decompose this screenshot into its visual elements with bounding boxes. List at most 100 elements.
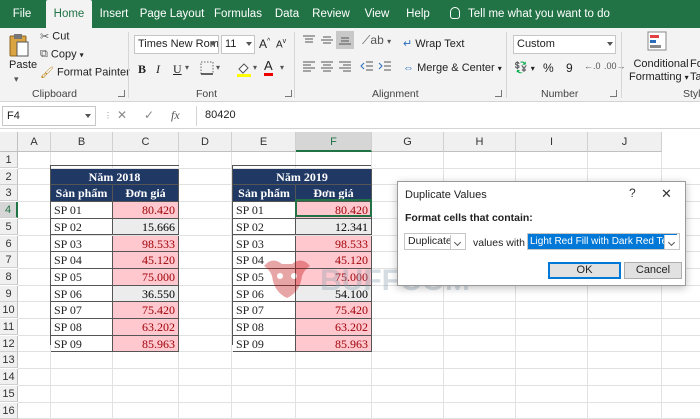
shrink-font-button[interactable]: Av [276, 38, 286, 50]
product-cell[interactable]: SP 03 [233, 235, 296, 253]
grow-font-button[interactable]: A^ [259, 37, 270, 51]
column-header-d[interactable]: D [179, 132, 232, 152]
product-cell[interactable]: SP 04 [51, 252, 113, 269]
tab-review[interactable]: Review [308, 0, 354, 28]
italic-button[interactable]: I [156, 62, 160, 77]
tab-data[interactable]: Data [270, 0, 304, 28]
row-header-10[interactable]: 10 [0, 302, 18, 319]
bottom-align-button[interactable] [336, 31, 354, 50]
product-cell[interactable]: SP 09 [233, 335, 296, 353]
percent-button[interactable]: % [543, 61, 554, 75]
middle-align-button[interactable] [320, 34, 334, 46]
tab-help[interactable]: Help [400, 0, 436, 28]
column-header-i[interactable]: I [516, 132, 588, 152]
column-label-price[interactable]: Đơn giá [296, 185, 372, 203]
help-icon[interactable]: ? [629, 186, 636, 200]
copy-button[interactable]: ⧉ Copy ▾ [40, 48, 84, 61]
select-all-corner[interactable] [0, 132, 18, 152]
unique-price-cell[interactable]: 15.666 [113, 218, 179, 236]
row-header-15[interactable]: 15 [0, 385, 18, 402]
increase-decimal-button[interactable]: ←.0 [584, 61, 601, 71]
tab-page-layout[interactable]: Page Layout [138, 0, 206, 28]
merge-center-button[interactable]: ⇔ Merge & Center ▾ [403, 62, 502, 74]
product-cell[interactable]: SP 08 [51, 319, 113, 336]
row-header-9[interactable]: 9 [0, 285, 18, 302]
paste-button[interactable] [8, 32, 30, 60]
row-header-12[interactable]: 12 [0, 335, 18, 352]
format-as-table-label-2[interactable]: Ta [690, 71, 700, 83]
column-header-f[interactable]: F [296, 132, 372, 152]
decrease-indent-button[interactable] [360, 60, 374, 72]
product-cell[interactable]: SP 09 [51, 335, 113, 353]
alignment-launcher-icon[interactable] [495, 90, 502, 97]
row-header-8[interactable]: 8 [0, 268, 18, 285]
fill-color-chevron-down-icon[interactable]: ▾ [253, 63, 257, 72]
font-name-combo[interactable]: Times New Roma [134, 35, 219, 54]
worksheet-grid[interactable]: ABCDEFGHIJ 1 2 3 4 5 6 7 8 9 10 11 12 13 14 15 16 Năm 2… [0, 132, 700, 419]
accounting-format-button[interactable]: 💱 ▾ [514, 61, 535, 74]
ok-button[interactable]: OK [548, 262, 621, 279]
number-format-combo[interactable]: Custom [513, 35, 616, 54]
row-header-7[interactable]: 7 [0, 252, 18, 269]
tab-view[interactable]: View [358, 0, 396, 28]
duplicate-price-cell[interactable]: 85.963 [113, 335, 179, 353]
borders-button[interactable] [200, 61, 214, 75]
font-size-combo[interactable]: 11 [221, 35, 255, 54]
product-cell[interactable]: SP 07 [51, 302, 113, 319]
product-cell[interactable]: SP 02 [51, 218, 113, 236]
conditional-formatting-icon[interactable] [647, 31, 667, 51]
insert-function-button[interactable]: fx [171, 108, 180, 123]
duplicate-price-cell[interactable]: 98.533 [296, 235, 372, 253]
product-cell[interactable]: SP 06 [51, 285, 113, 303]
product-cell[interactable]: SP 05 [51, 268, 113, 286]
borders-chevron-down-icon[interactable]: ▾ [216, 63, 220, 72]
row-header-3[interactable]: 3 [0, 185, 18, 202]
duplicate-price-cell[interactable]: 45.120 [113, 252, 179, 269]
wrap-text-button[interactable]: ↵ Wrap Text [403, 37, 464, 50]
column-header-a[interactable]: A [18, 132, 51, 152]
table-2018-title[interactable]: Năm 2018 [51, 168, 179, 186]
row-header-14[interactable]: 14 [0, 369, 18, 386]
duplicate-price-cell[interactable]: 75.420 [296, 302, 372, 319]
duplicate-price-cell[interactable]: 75.000 [113, 268, 179, 286]
row-header-6[interactable]: 6 [0, 235, 18, 252]
product-cell[interactable]: SP 03 [51, 235, 113, 253]
number-launcher-icon[interactable] [610, 90, 617, 97]
product-cell[interactable]: SP 08 [233, 319, 296, 336]
tab-insert[interactable]: Insert [94, 0, 134, 28]
product-cell[interactable]: SP 01 [233, 202, 296, 219]
column-header-c[interactable]: C [113, 132, 179, 152]
unique-price-cell[interactable]: 36.550 [113, 285, 179, 303]
duplicate-price-cell[interactable]: 75.420 [113, 302, 179, 319]
unique-price-cell[interactable]: 12.341 [296, 218, 372, 236]
product-cell[interactable]: SP 02 [233, 218, 296, 236]
column-label-price[interactable]: Đơn giá [113, 185, 179, 203]
align-left-button[interactable] [302, 60, 316, 72]
font-launcher-icon[interactable] [285, 90, 292, 97]
duplicate-price-cell[interactable]: 63.202 [113, 319, 179, 336]
column-header-b[interactable]: B [51, 132, 113, 152]
column-header-e[interactable]: E [232, 132, 296, 152]
decrease-decimal-button[interactable]: .00→ [604, 61, 626, 71]
duplicate-type-select[interactable]: Duplicate [404, 233, 466, 250]
tab-file[interactable]: File [0, 0, 44, 28]
product-cell[interactable]: SP 01 [51, 202, 113, 219]
confirm-entry-icon[interactable]: ✓ [144, 108, 154, 122]
column-header-j[interactable]: J [588, 132, 662, 152]
close-icon[interactable]: ✕ [661, 186, 672, 202]
align-center-button[interactable] [320, 60, 334, 72]
paste-chevron-down-icon[interactable]: ▾ [14, 74, 19, 85]
tab-home[interactable]: Home [46, 0, 92, 28]
formula-input[interactable]: 80420 [196, 106, 700, 126]
column-header-g[interactable]: G [372, 132, 444, 152]
row-header-1[interactable]: 1 [0, 152, 18, 168]
underline-button[interactable]: U [173, 62, 182, 77]
increase-indent-button[interactable] [378, 60, 392, 72]
duplicate-price-cell[interactable]: 80.420 [296, 202, 372, 219]
cancel-button[interactable]: Cancel [624, 262, 682, 279]
orientation-button[interactable]: ⟋ab ▾ [362, 33, 391, 48]
format-painter-button[interactable]: 🖌 Format Painter [40, 66, 130, 79]
clipboard-launcher-icon[interactable] [118, 90, 125, 97]
bold-button[interactable]: B [138, 62, 146, 77]
top-align-button[interactable] [302, 34, 316, 46]
